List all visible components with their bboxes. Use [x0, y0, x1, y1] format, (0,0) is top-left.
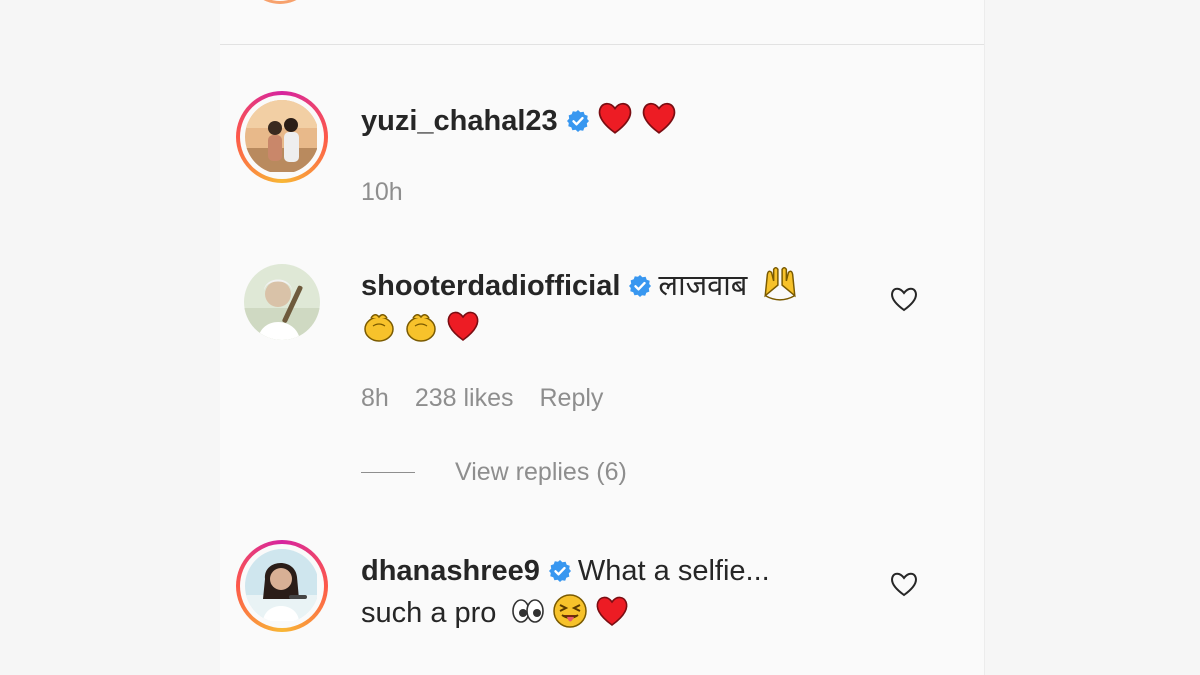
red-heart-icon — [447, 311, 479, 341]
comment-3-body-line2: such a pro — [361, 597, 497, 629]
divider — [220, 44, 984, 45]
clapping-hands-icon — [364, 314, 394, 342]
raising-hands-icon — [764, 266, 797, 301]
clapping-hands-icon — [406, 314, 436, 342]
comment-2-username[interactable]: shooterdadiofficial — [361, 270, 620, 302]
eyes-icon — [512, 599, 545, 623]
comment-2-time: 8h — [361, 384, 389, 412]
like-heart-icon[interactable] — [888, 283, 920, 315]
view-replies-button[interactable]: View replies (6) — [361, 458, 627, 487]
comment-3-line2: such a pro — [361, 591, 636, 635]
view-replies-label: View replies (6) — [455, 458, 627, 486]
comment-1-time: 10h — [361, 178, 403, 206]
squinting-tongue-face-icon — [553, 594, 588, 628]
comment-2-line2 — [361, 306, 487, 350]
red-heart-icon — [597, 596, 628, 626]
red-heart-icon — [598, 102, 631, 134]
verified-badge-icon — [629, 275, 652, 297]
comment-2-likes[interactable]: 238 likes — [415, 384, 514, 412]
comment-3-body: What a selfie... — [577, 555, 770, 587]
comment-2-text: shooterdadiofficial लाजवाब — [361, 264, 805, 308]
comment-2-reply-button[interactable]: Reply — [539, 384, 603, 412]
avatar-dhanashree9[interactable] — [236, 540, 328, 632]
avatar-yuzi-chahal23[interactable] — [236, 91, 328, 183]
comment-1-text: yuzi_chahal23 — [361, 99, 684, 143]
like-heart-icon[interactable] — [888, 568, 920, 600]
avatar-shooterdadiofficial[interactable] — [244, 264, 320, 340]
replies-line — [361, 472, 415, 473]
comment-3-username[interactable]: dhanashree9 — [361, 555, 540, 587]
verified-badge-icon — [566, 110, 589, 132]
comment-1-username[interactable]: yuzi_chahal23 — [361, 105, 558, 137]
red-heart-icon — [642, 102, 675, 134]
comment-2-meta: 8h 238 likes Reply — [361, 384, 629, 413]
verified-badge-icon — [548, 560, 571, 582]
comment-3-text: dhanashree9 What a selfie... — [361, 549, 770, 593]
comment-1-meta: 10h — [361, 178, 429, 207]
comment-2-body: लाजवाब — [658, 270, 748, 302]
